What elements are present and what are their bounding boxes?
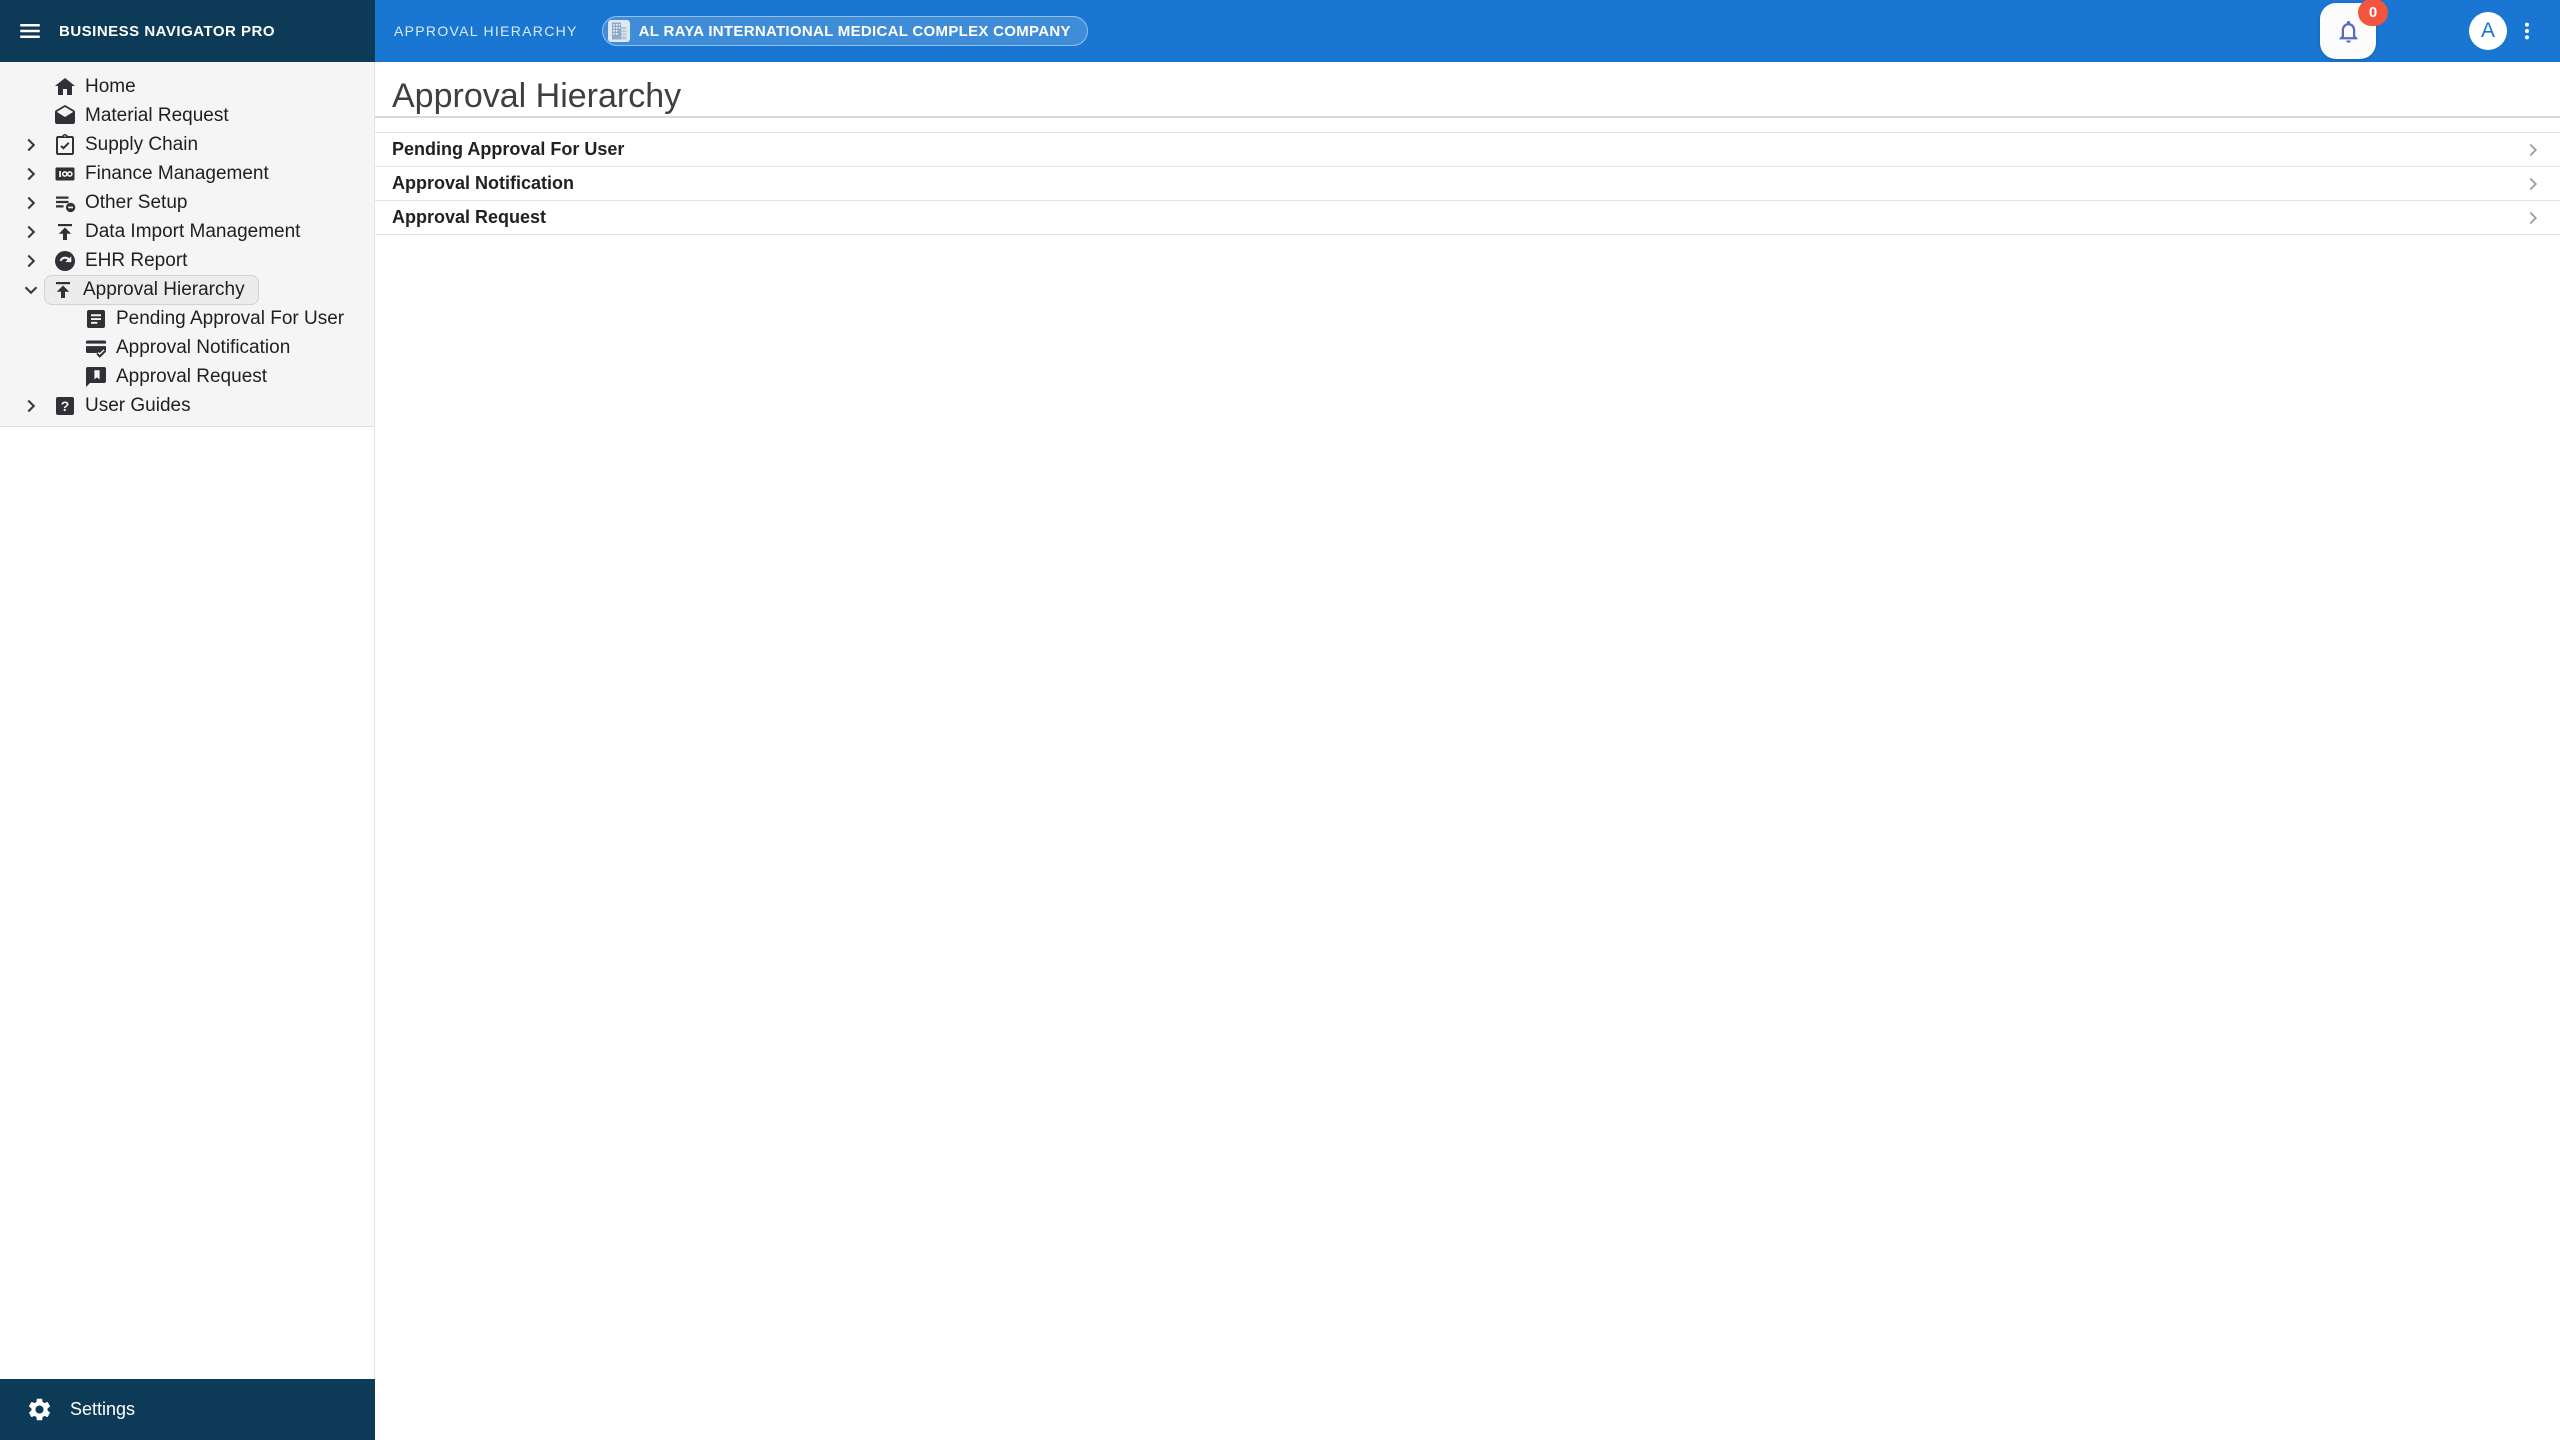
sidebar-item-label: User Guides <box>85 394 191 416</box>
more-menu-button[interactable] <box>2513 12 2541 50</box>
sidebar-item-label: Data Import Management <box>85 220 301 242</box>
sidebar-item-label: Approval Request <box>116 365 268 387</box>
company-name: AL RAYA INTERNATIONAL MEDICAL COMPLEX CO… <box>638 22 1071 40</box>
sidebar-item-ehr-report[interactable]: EHR Report <box>0 246 374 275</box>
breadcrumb: APPROVAL HIERARCHY <box>394 23 578 39</box>
list-item-label: Approval Notification <box>392 173 575 193</box>
list-remove-icon <box>53 191 77 215</box>
approval-list: Pending Approval For User Approval Notif… <box>375 132 2560 235</box>
divider <box>375 116 2560 118</box>
sidebar-item-label: Other Setup <box>85 191 188 213</box>
chevron-right-icon <box>19 249 43 273</box>
app-title: BUSINESS NAVIGATOR PRO <box>59 22 276 40</box>
chat-bookmark-icon <box>84 365 108 389</box>
page-title: Approval Hierarchy <box>392 77 682 115</box>
sidebar-item-label: Finance Management <box>85 162 269 184</box>
sidebar-item-pending-approval-for-user[interactable]: Pending Approval For User <box>0 304 374 333</box>
sidebar-item-finance-management[interactable]: Finance Management <box>0 159 374 188</box>
chevron-right-icon <box>19 394 43 418</box>
notifications-button[interactable]: 0 <box>2320 0 2388 59</box>
sidebar-item-label: EHR Report <box>85 249 188 271</box>
bell-icon <box>2335 18 2362 45</box>
sidebar-item-approval-request[interactable]: Approval Request <box>0 362 374 391</box>
gear-icon <box>26 1396 53 1423</box>
company-selector-chip[interactable]: AL RAYA INTERNATIONAL MEDICAL COMPLEX CO… <box>601 16 1088 46</box>
sidebar-item-label: Supply Chain <box>85 133 199 155</box>
chevron-down-icon <box>19 278 43 302</box>
mail-icon <box>53 104 77 128</box>
list-item-approval-notification[interactable]: Approval Notification <box>375 167 2560 201</box>
sidebar-item-label: Material Request <box>85 104 229 126</box>
list-item-label: Pending Approval For User <box>392 139 625 159</box>
menu-icon[interactable] <box>17 18 43 44</box>
selected-item-highlight: Approval Hierarchy <box>44 274 259 305</box>
sidebar: BUSINESS NAVIGATOR PRO Home Material Req… <box>0 0 375 1440</box>
building-icon <box>607 20 630 42</box>
chevron-right-icon <box>2522 173 2544 195</box>
sidebar-empty-area <box>0 427 374 1379</box>
sidebar-item-home[interactable]: Home <box>0 72 374 101</box>
sidebar-item-label: Pending Approval For User <box>116 307 345 329</box>
list-item-approval-request[interactable]: Approval Request <box>375 201 2560 235</box>
upload-icon <box>53 220 77 244</box>
sidebar-item-approval-hierarchy[interactable]: Approval Hierarchy <box>0 274 374 305</box>
sidebar-header: BUSINESS NAVIGATOR PRO <box>0 0 375 62</box>
home-icon <box>53 75 77 99</box>
chevron-right-icon <box>19 162 43 186</box>
sidebar-item-label: Home <box>85 75 136 97</box>
settings-label: Settings <box>70 1399 136 1419</box>
list-item-label: Approval Request <box>392 207 547 227</box>
sidebar-nav: Home Material Request Supply Chain Finan… <box>0 62 374 427</box>
kebab-icon <box>2524 22 2530 40</box>
sidebar-item-other-setup[interactable]: Other Setup <box>0 188 374 217</box>
svg-text:?: ? <box>61 398 70 414</box>
sidebar-item-label: Approval Notification <box>116 336 291 358</box>
help-icon: ? <box>53 394 77 418</box>
sidebar-item-label: Approval Hierarchy <box>83 278 245 300</box>
money-icon <box>53 162 77 186</box>
avatar[interactable]: A <box>2469 12 2507 50</box>
sidebar-item-data-import-management[interactable]: Data Import Management <box>0 217 374 246</box>
main-content: Approval Hierarchy Pending Approval For … <box>375 62 2560 1440</box>
chevron-right-icon <box>19 133 43 157</box>
sidebar-item-user-guides[interactable]: ? User Guides <box>0 391 374 420</box>
notification-badge: 0 <box>2358 0 2388 26</box>
chevron-right-icon <box>19 220 43 244</box>
app-window: BUSINESS NAVIGATOR PRO Home Material Req… <box>0 0 2560 1440</box>
article-icon <box>84 307 108 331</box>
sidebar-item-material-request[interactable]: Material Request <box>0 101 374 130</box>
chevron-right-icon <box>2522 139 2544 161</box>
chevron-right-icon <box>2522 207 2544 229</box>
sidebar-item-approval-notification[interactable]: Approval Notification <box>0 333 374 362</box>
chevron-right-icon <box>19 191 43 215</box>
sidebar-item-supply-chain[interactable]: Supply Chain <box>0 130 374 159</box>
list-item-pending-approval-for-user[interactable]: Pending Approval For User <box>375 133 2560 167</box>
redo-circle-icon <box>53 249 77 273</box>
topbar: APPROVAL HIERARCHY AL RAYA INTERNATIONAL… <box>375 0 2560 62</box>
card-check-icon <box>84 336 108 360</box>
clipboard-check-icon <box>53 133 77 157</box>
settings-button[interactable]: Settings <box>0 1379 375 1440</box>
upload-icon <box>51 278 75 302</box>
